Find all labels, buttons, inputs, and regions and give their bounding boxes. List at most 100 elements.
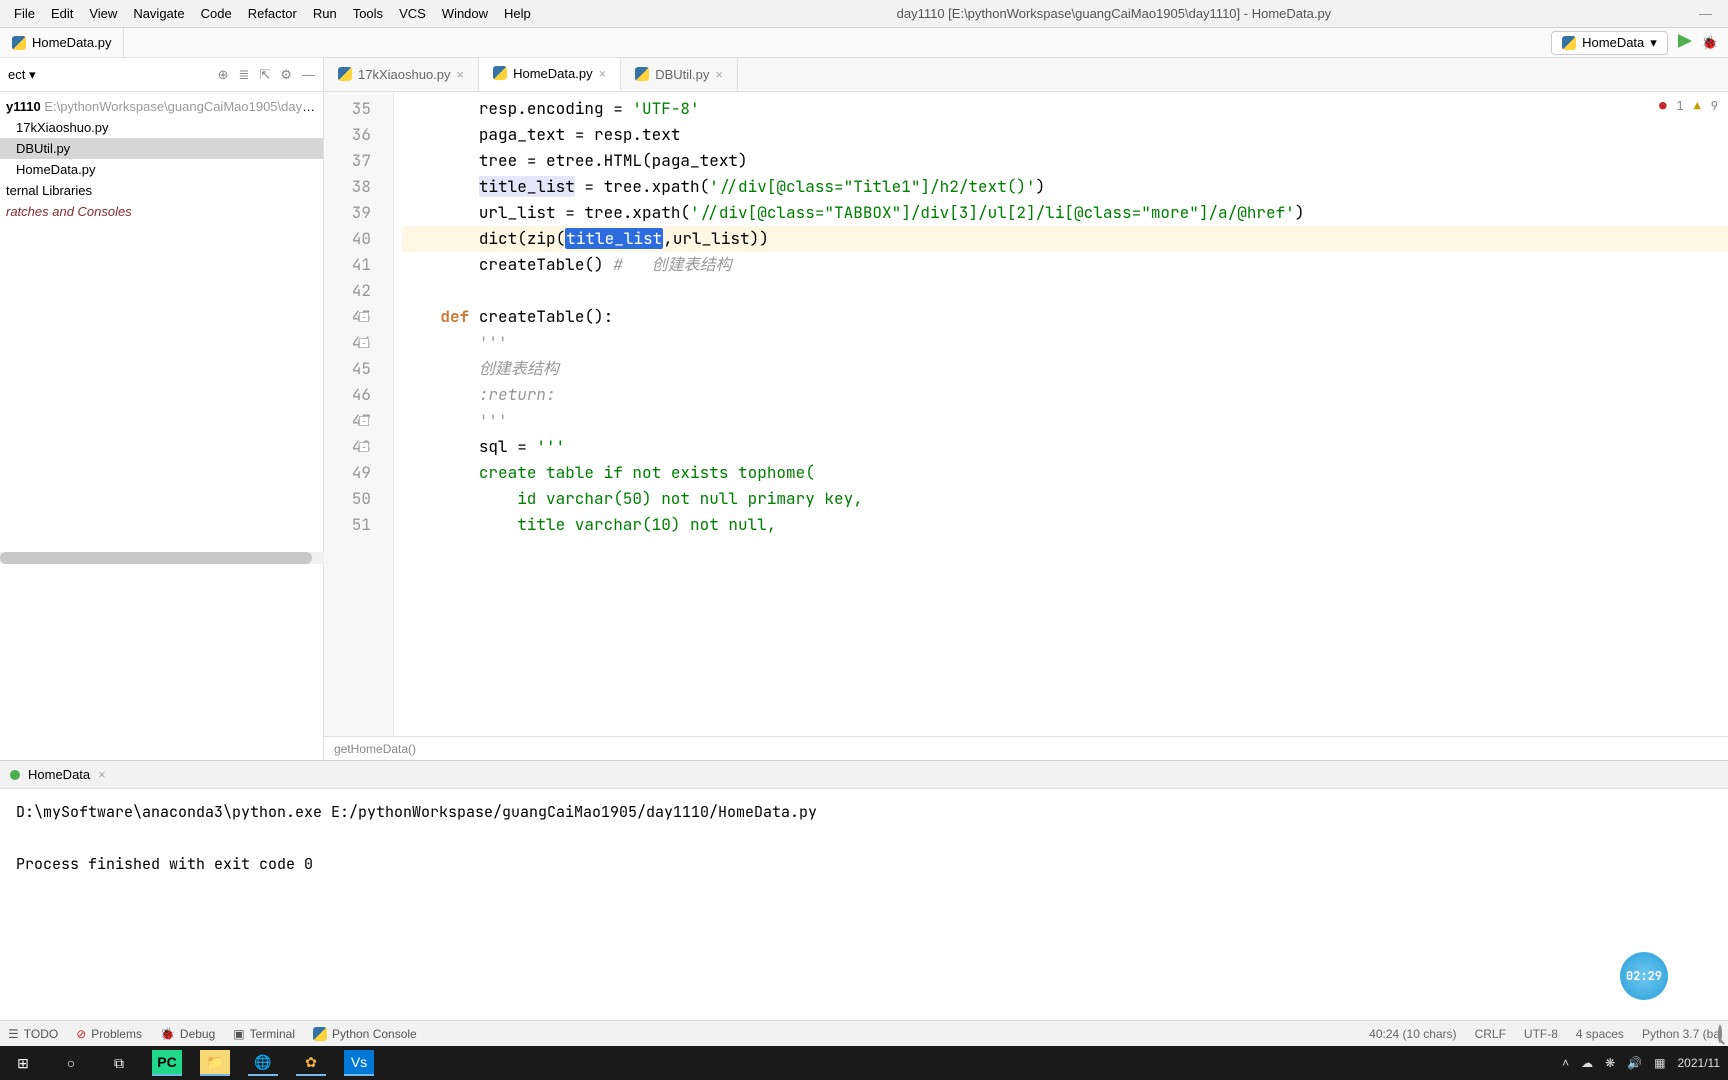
- run-config-name: HomeData: [1582, 35, 1644, 50]
- search-everywhere-icon[interactable]: [1718, 1027, 1722, 1041]
- editor-tab[interactable]: 17kXiaoshuo.py×: [324, 58, 479, 91]
- tool-debug[interactable]: 🐞Debug: [160, 1027, 215, 1041]
- run-status-icon: [10, 770, 20, 780]
- hide-icon[interactable]: —: [302, 67, 315, 82]
- close-icon[interactable]: ×: [457, 67, 465, 82]
- taskbar-pycharm[interactable]: PC: [152, 1050, 182, 1076]
- tray-date[interactable]: 2021/11: [1678, 1056, 1721, 1070]
- taskbar-chrome[interactable]: 🌐: [248, 1050, 278, 1076]
- status-bar: 40:24 (10 chars) CRLF UTF-8 4 spaces Pyt…: [1369, 1027, 1720, 1041]
- line-separator[interactable]: CRLF: [1475, 1027, 1506, 1041]
- start-button[interactable]: ⊞: [8, 1050, 38, 1076]
- chevron-down-icon: ▾: [1650, 35, 1657, 51]
- run-config-selector[interactable]: HomeData ▾: [1551, 31, 1668, 55]
- main-split: ect ▾ ⊕ ≣ ⇱ ⚙ — y1110 E:\pythonWorkspase…: [0, 58, 1728, 760]
- project-view-selector[interactable]: ect ▾: [8, 67, 35, 83]
- menu-tools[interactable]: Tools: [345, 6, 391, 21]
- close-icon[interactable]: ×: [599, 66, 607, 81]
- console-output[interactable]: D:\mySoftware\anaconda3\python.exe E:/py…: [0, 789, 1728, 1020]
- code-editor[interactable]: ●1 ▲9 353637383940414243-44-454647-48-49…: [324, 92, 1728, 736]
- system-tray[interactable]: ˄ ☁ ❋ 🔊 ▦ 2021/11: [1562, 1056, 1720, 1070]
- file-encoding[interactable]: UTF-8: [1524, 1027, 1558, 1041]
- expand-icon[interactable]: ≣: [239, 67, 250, 83]
- menu-window[interactable]: Window: [434, 6, 496, 21]
- caret-position[interactable]: 40:24 (10 chars): [1369, 1027, 1456, 1041]
- tree-item[interactable]: HomeData.py: [0, 159, 323, 180]
- bottom-tool-bar: ☰TODO ⊘Problems 🐞Debug ▣Terminal Python …: [0, 1020, 1728, 1046]
- gear-icon[interactable]: ⚙: [280, 67, 292, 83]
- tray-icon[interactable]: ❋: [1605, 1056, 1615, 1070]
- line-gutter[interactable]: 353637383940414243-44-454647-48-495051: [324, 92, 394, 736]
- sidebar-toolbar: ect ▾ ⊕ ≣ ⇱ ⚙ —: [0, 58, 323, 92]
- debug-icon: 🐞: [160, 1027, 175, 1041]
- taskbar-app[interactable]: ✿: [296, 1050, 326, 1076]
- nav-tab-file[interactable]: HomeData.py: [0, 28, 124, 58]
- debug-button[interactable]: 🐞: [1702, 35, 1718, 51]
- taskbar-explorer[interactable]: 📁: [200, 1050, 230, 1076]
- close-icon[interactable]: ×: [715, 67, 723, 82]
- cortana-button[interactable]: ○: [56, 1050, 86, 1076]
- tray-volume-icon[interactable]: 🔊: [1627, 1056, 1642, 1070]
- tray-icon[interactable]: ☁: [1581, 1056, 1593, 1070]
- breadcrumbs[interactable]: getHomeData(): [324, 736, 1728, 760]
- console-line: Process finished with exit code 0: [16, 851, 1712, 877]
- menu-vcs[interactable]: VCS: [391, 6, 434, 21]
- taskbar-vscode[interactable]: Vs: [344, 1050, 374, 1076]
- timer-badge: 02:29: [1620, 952, 1668, 1000]
- menu-view[interactable]: View: [81, 6, 125, 21]
- code-content[interactable]: resp.encoding = 'UTF-8' paga_text = resp…: [394, 92, 1728, 736]
- console-line: D:\mySoftware\anaconda3\python.exe E:/py…: [16, 799, 1712, 825]
- run-config-area: HomeData ▾ 🐞: [1541, 31, 1728, 55]
- collapse-icon[interactable]: ⇱: [259, 67, 270, 83]
- run-tool-window: HomeData × D:\mySoftware\anaconda3\pytho…: [0, 760, 1728, 1020]
- tree-root[interactable]: y1110 E:\pythonWorkspase\guangCaiMao1905…: [0, 96, 323, 117]
- menu-bar: File Edit View Navigate Code Refactor Ru…: [0, 0, 1728, 28]
- menu-run[interactable]: Run: [305, 6, 345, 21]
- sidebar-scrollbar[interactable]: [0, 552, 324, 564]
- python-icon: [12, 36, 26, 50]
- external-libraries[interactable]: ternal Libraries: [0, 180, 323, 201]
- python-icon: [1562, 36, 1576, 50]
- editor-tabs: 17kXiaoshuo.py× HomeData.py× DBUtil.py×: [324, 58, 1728, 92]
- nav-tab-label: HomeData.py: [32, 35, 111, 50]
- editor-tab[interactable]: HomeData.py×: [479, 58, 621, 91]
- indent-setting[interactable]: 4 spaces: [1576, 1027, 1624, 1041]
- python-icon: [313, 1027, 327, 1041]
- run-tab-label: HomeData: [28, 767, 90, 782]
- menu-navigate[interactable]: Navigate: [125, 6, 192, 21]
- editor-area: 17kXiaoshuo.py× HomeData.py× DBUtil.py× …: [324, 58, 1728, 760]
- scratches-consoles[interactable]: ratches and Consoles: [0, 201, 323, 222]
- minimize-button[interactable]: —: [1689, 6, 1722, 21]
- terminal-icon: ▣: [233, 1027, 244, 1041]
- task-view-button[interactable]: ⧉: [104, 1050, 134, 1076]
- tool-terminal[interactable]: ▣Terminal: [233, 1027, 295, 1041]
- run-button[interactable]: [1678, 34, 1692, 51]
- tool-python-console[interactable]: Python Console: [313, 1027, 417, 1041]
- menu-code[interactable]: Code: [193, 6, 240, 21]
- close-icon[interactable]: ×: [98, 767, 106, 782]
- problems-icon: ⊘: [76, 1027, 86, 1041]
- tree-item[interactable]: DBUtil.py: [0, 138, 323, 159]
- window-title: day1110 [E:\pythonWorkspase\guangCaiMao1…: [539, 6, 1689, 21]
- menu-refactor[interactable]: Refactor: [240, 6, 305, 21]
- python-icon: [338, 67, 352, 81]
- menu-help[interactable]: Help: [496, 6, 539, 21]
- editor-tab[interactable]: DBUtil.py×: [621, 58, 738, 91]
- menu-edit[interactable]: Edit: [43, 6, 81, 21]
- python-interpreter[interactable]: Python 3.7 (ba: [1642, 1027, 1720, 1041]
- run-tab-header[interactable]: HomeData ×: [0, 761, 1728, 789]
- todo-icon: ☰: [8, 1027, 19, 1041]
- tree-item[interactable]: 17kXiaoshuo.py: [0, 117, 323, 138]
- windows-taskbar: ⊞ ○ ⧉ PC 📁 🌐 ✿ Vs ˄ ☁ ❋ 🔊 ▦ 2021/11: [0, 1046, 1728, 1080]
- tool-todo[interactable]: ☰TODO: [8, 1027, 58, 1041]
- project-sidebar: ect ▾ ⊕ ≣ ⇱ ⚙ — y1110 E:\pythonWorkspase…: [0, 58, 324, 760]
- tray-chevron-icon[interactable]: ˄: [1562, 1056, 1569, 1070]
- python-icon: [635, 67, 649, 81]
- python-icon: [493, 66, 507, 80]
- project-tree[interactable]: y1110 E:\pythonWorkspase\guangCaiMao1905…: [0, 92, 323, 226]
- tool-problems[interactable]: ⊘Problems: [76, 1027, 142, 1041]
- menu-file[interactable]: File: [6, 6, 43, 21]
- locate-icon[interactable]: ⊕: [218, 67, 229, 83]
- navigation-bar: HomeData.py HomeData ▾ 🐞: [0, 28, 1728, 58]
- tray-icon[interactable]: ▦: [1654, 1056, 1665, 1070]
